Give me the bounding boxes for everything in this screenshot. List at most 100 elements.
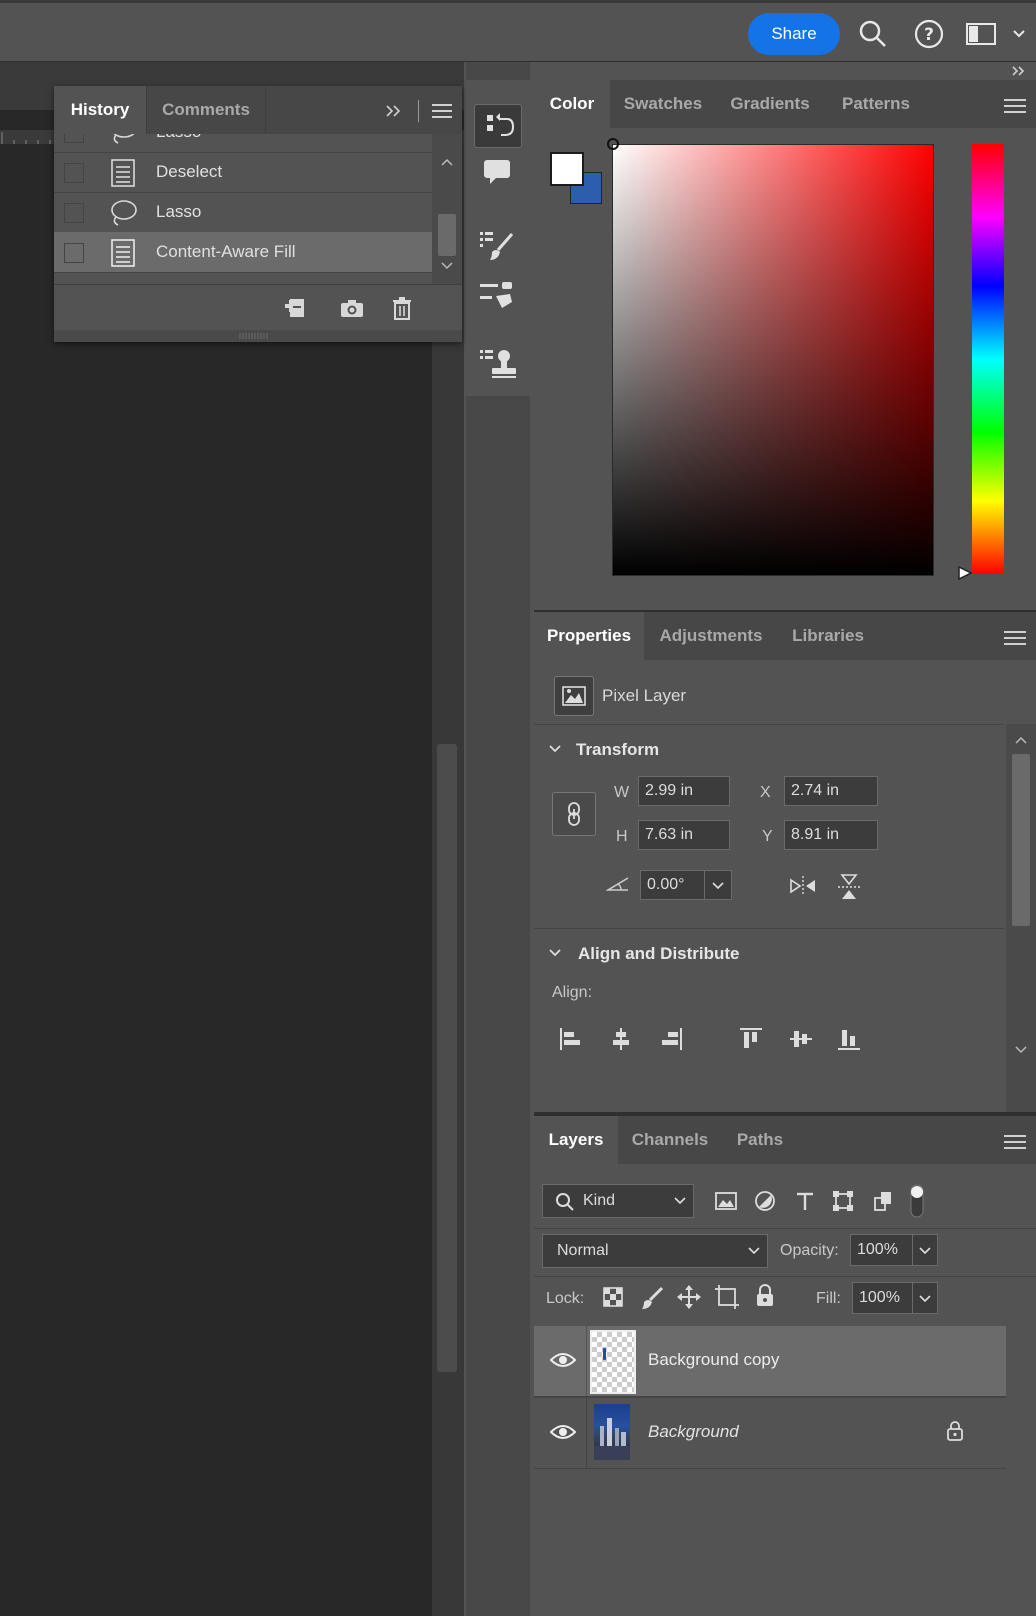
tab-libraries[interactable]: Libraries bbox=[778, 612, 879, 660]
snapshot-checkbox[interactable] bbox=[64, 203, 84, 223]
align-left-edges-icon[interactable] bbox=[558, 1026, 584, 1052]
tab-paths[interactable]: Paths bbox=[722, 1116, 799, 1164]
filter-adjustment-icon[interactable] bbox=[754, 1190, 776, 1212]
new-document-from-state-icon[interactable] bbox=[282, 296, 308, 320]
height-field[interactable]: 7.63 in bbox=[638, 820, 730, 850]
tab-patterns[interactable]: Patterns bbox=[824, 80, 929, 128]
visibility-eye-icon[interactable] bbox=[550, 1350, 576, 1370]
tab-layers[interactable]: Layers bbox=[534, 1116, 619, 1164]
blend-mode-select[interactable]: Normal bbox=[542, 1234, 768, 1268]
snapshot-checkbox[interactable] bbox=[64, 163, 84, 183]
angle-dropdown-icon[interactable] bbox=[704, 871, 731, 899]
layer-name[interactable]: Background copy bbox=[648, 1350, 779, 1370]
link-dimensions-icon[interactable] bbox=[552, 792, 596, 836]
x-field[interactable]: 2.74 in bbox=[784, 776, 878, 806]
panel-menu-icon[interactable] bbox=[1004, 630, 1026, 646]
tab-comments[interactable]: Comments bbox=[146, 86, 266, 134]
scroll-down-icon[interactable] bbox=[1014, 1046, 1028, 1054]
width-field[interactable]: 2.99 in bbox=[638, 776, 730, 806]
visibility-eye-icon[interactable] bbox=[550, 1422, 576, 1442]
opacity-dropdown-icon[interactable] bbox=[912, 1235, 937, 1265]
history-row-selected[interactable]: Content-Aware Fill bbox=[54, 232, 432, 273]
panel-expand-icon[interactable] bbox=[384, 104, 402, 118]
foreground-color-swatch[interactable] bbox=[550, 152, 584, 186]
scroll-up-icon[interactable] bbox=[440, 158, 454, 166]
snapshot-checkbox[interactable] bbox=[64, 243, 84, 263]
brush-presets-icon[interactable] bbox=[478, 278, 516, 310]
layer-thumbnail[interactable] bbox=[590, 1330, 636, 1394]
panel-menu-icon[interactable] bbox=[1004, 98, 1026, 114]
snapshot-camera-icon[interactable] bbox=[340, 298, 364, 318]
tab-channels[interactable]: Channels bbox=[618, 1116, 723, 1164]
canvas-scrollbar-thumb[interactable] bbox=[437, 744, 457, 1372]
panel-resize-handle[interactable] bbox=[54, 330, 462, 342]
scroll-down-icon[interactable] bbox=[440, 262, 454, 270]
y-field[interactable]: 8.91 in bbox=[784, 820, 878, 850]
history-row[interactable]: Lasso bbox=[54, 134, 432, 153]
blend-mode-value: Normal bbox=[557, 1242, 609, 1259]
align-right-edges-icon[interactable] bbox=[658, 1026, 684, 1052]
layer-name[interactable]: Background bbox=[648, 1422, 739, 1442]
history-row[interactable]: Lasso bbox=[54, 192, 432, 233]
lock-artboard-icon[interactable] bbox=[714, 1284, 740, 1310]
properties-scroll-thumb[interactable] bbox=[1012, 754, 1030, 926]
align-bottom-edges-icon[interactable] bbox=[836, 1026, 862, 1052]
transform-title: Transform bbox=[576, 740, 660, 759]
share-button[interactable]: Share bbox=[748, 13, 840, 55]
color-picker-handle[interactable] bbox=[607, 138, 619, 150]
history-row[interactable]: Deselect bbox=[54, 152, 432, 193]
lock-image-pixels-icon[interactable] bbox=[640, 1286, 664, 1310]
fill-dropdown-icon[interactable] bbox=[912, 1283, 937, 1313]
flip-horizontal-icon[interactable] bbox=[788, 874, 818, 898]
hue-slider-handle[interactable] bbox=[958, 566, 972, 580]
chevron-down-icon[interactable] bbox=[548, 744, 562, 754]
clone-source-icon[interactable] bbox=[478, 346, 516, 380]
scroll-up-icon[interactable] bbox=[1014, 736, 1028, 744]
tab-color[interactable]: Color bbox=[534, 80, 611, 128]
width-label: W bbox=[614, 784, 630, 801]
lock-all-icon[interactable] bbox=[754, 1284, 776, 1308]
tab-history[interactable]: History bbox=[54, 86, 146, 134]
comments-panel-icon[interactable] bbox=[480, 156, 514, 188]
opacity-field[interactable]: 100% bbox=[850, 1234, 938, 1266]
tab-properties[interactable]: Properties bbox=[534, 612, 645, 660]
layer-lock-icon[interactable] bbox=[946, 1420, 964, 1442]
brush-settings-icon[interactable] bbox=[478, 228, 516, 264]
tab-gradients[interactable]: Gradients bbox=[716, 80, 825, 128]
align-horizontal-centers-icon[interactable] bbox=[608, 1026, 634, 1052]
lock-transparent-pixels-icon[interactable] bbox=[602, 1286, 624, 1308]
filter-type-icon[interactable] bbox=[794, 1190, 816, 1212]
lock-position-icon[interactable] bbox=[676, 1284, 702, 1310]
tab-swatches[interactable]: Swatches bbox=[610, 80, 717, 128]
angle-field[interactable]: 0.00° bbox=[640, 870, 732, 900]
expand-right-icon[interactable] bbox=[1010, 64, 1026, 78]
trash-icon[interactable] bbox=[392, 296, 412, 320]
layer-row[interactable]: Background bbox=[534, 1398, 1006, 1468]
filter-smart-object-icon[interactable] bbox=[872, 1190, 894, 1212]
filter-shape-icon[interactable] bbox=[832, 1190, 854, 1212]
layer-filter-kind-select[interactable]: Kind bbox=[542, 1184, 694, 1218]
color-field[interactable] bbox=[612, 144, 934, 576]
flip-vertical-icon[interactable] bbox=[836, 872, 862, 902]
panel-menu-icon[interactable] bbox=[1004, 1134, 1026, 1150]
align-vertical-centers-icon[interactable] bbox=[788, 1026, 814, 1052]
filter-toggle-switch[interactable] bbox=[908, 1184, 926, 1218]
lock-label: Lock: bbox=[546, 1290, 585, 1307]
fill-field[interactable]: 100% bbox=[852, 1282, 938, 1314]
history-scroll-thumb[interactable] bbox=[438, 214, 456, 256]
snapshot-checkbox[interactable] bbox=[64, 134, 84, 143]
history-panel-button[interactable] bbox=[474, 104, 522, 148]
hue-slider[interactable] bbox=[972, 144, 1004, 574]
align-top-edges-icon[interactable] bbox=[738, 1026, 764, 1052]
panel-menu-icon[interactable] bbox=[432, 103, 452, 119]
filter-pixel-icon[interactable] bbox=[714, 1190, 738, 1212]
layer-row-selected[interactable]: Background copy bbox=[534, 1326, 1006, 1396]
layer-thumbnail[interactable] bbox=[594, 1404, 630, 1460]
search-icon[interactable] bbox=[858, 19, 888, 49]
chevron-down-icon[interactable] bbox=[1012, 28, 1026, 40]
chevron-down-icon[interactable] bbox=[548, 948, 562, 958]
workspace-icon[interactable] bbox=[966, 22, 996, 46]
tab-adjustments[interactable]: Adjustments bbox=[644, 612, 779, 660]
layers-scrollbar[interactable] bbox=[1006, 1324, 1036, 1616]
help-icon[interactable]: ? bbox=[914, 19, 944, 49]
